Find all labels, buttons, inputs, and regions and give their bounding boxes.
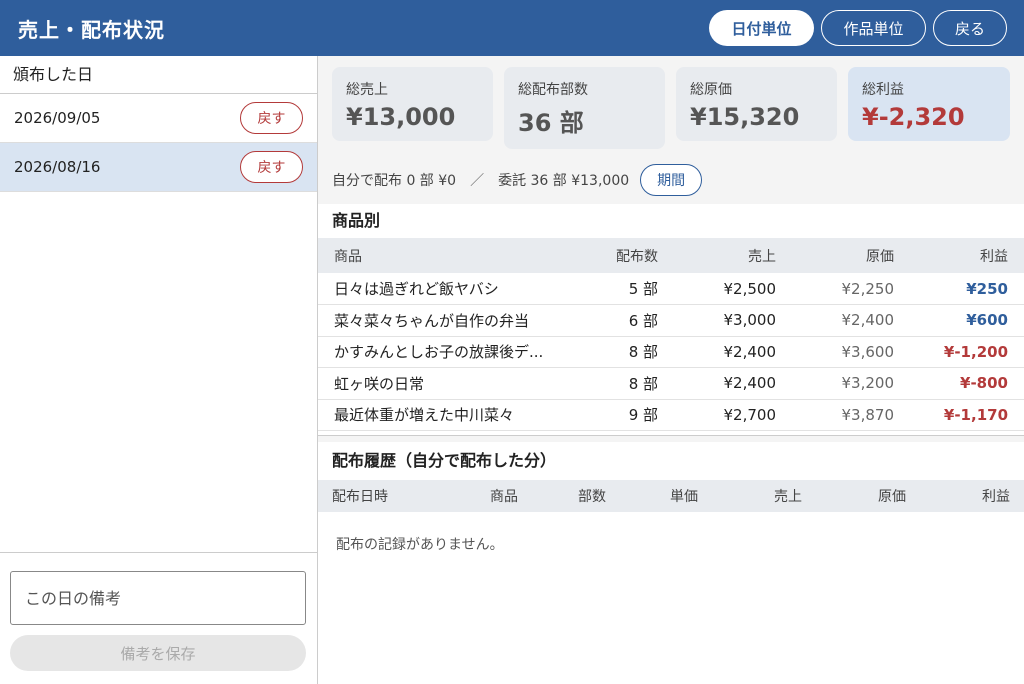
product-count: 8 部 [572, 336, 658, 368]
table-header-row: 配布日時 商品 部数 単価 売上 原価 利益 [318, 480, 1024, 512]
date-label: 2026/09/05 [14, 109, 101, 127]
main-content: 総売上 ¥13,000 総配布部数 36 部 総原価 ¥15,320 総利益 ¥… [318, 56, 1024, 684]
product-sales: ¥2,700 [658, 399, 776, 431]
product-profit: ¥-1,200 [894, 336, 1024, 368]
total-sales-card: 総売上 ¥13,000 [332, 67, 493, 141]
sidebar: 頒布した日 2026/09/05 戻す 2026/08/16 戻す 備考を保存 [0, 56, 318, 684]
card-value: ¥15,320 [690, 103, 800, 131]
distribution-summary: 自分で配布 0 部 ¥0 ／ 委託 36 部 ¥13,000 期間 [332, 164, 703, 196]
save-memo-button[interactable]: 備考を保存 [10, 635, 306, 671]
by-date-button[interactable]: 日付単位 [709, 10, 814, 46]
col-header-sales: 売上 [774, 489, 802, 505]
products-title: 商品別 [332, 211, 381, 230]
app-header: 売上・配布状況 日付単位 作品単位 戻る [0, 0, 1024, 56]
revert-button[interactable]: 戻す [240, 102, 303, 134]
product-count: 9 部 [572, 399, 658, 431]
col-header-profit: 利益 [982, 489, 1010, 505]
consignment-text: 委託 36 部 ¥13,000 [498, 173, 630, 189]
memo-input[interactable] [10, 571, 306, 625]
sidebar-heading: 頒布した日 [0, 56, 317, 94]
card-value: 36 部 [518, 109, 584, 137]
empty-message: 配布の記録がありません。 [336, 537, 504, 553]
product-sales: ¥2,400 [658, 336, 776, 368]
product-name: 虹ヶ咲の日常 [318, 367, 572, 400]
date-row[interactable]: 2026/08/16 戻す [0, 143, 317, 192]
col-header-profit: 利益 [980, 248, 1008, 265]
product-cost: ¥3,870 [776, 399, 894, 431]
card-label: 総利益 [862, 82, 904, 98]
col-header-count: 配布数 [616, 248, 658, 265]
product-name: 最近体重が増えた中川菜々 [318, 399, 572, 431]
total-profit-card: 総利益 ¥-2,320 [848, 67, 1010, 141]
history-title: 配布履歴（自分で配布した分） [332, 451, 557, 470]
product-count: 5 部 [572, 273, 658, 305]
total-cost-card: 総原価 ¥15,320 [676, 67, 837, 141]
products-panel: 商品別 商品 配布数 売上 原価 利益 日々は過ぎれど飯ヤバシ 5 部 ¥2,5… [318, 204, 1024, 436]
back-button[interactable]: 戻る [933, 10, 1007, 46]
table-row: 菜々菜々ちゃんが自作の弁当 6 部 ¥3,000 ¥2,400 ¥600 [318, 304, 1024, 337]
self-distribution-text: 自分で配布 0 部 ¥0 [332, 173, 457, 189]
period-button[interactable]: 期間 [640, 164, 703, 196]
product-profit: ¥-800 [894, 367, 1024, 400]
table-row: 虹ヶ咲の日常 8 部 ¥2,400 ¥3,200 ¥-800 [318, 367, 1024, 400]
products-table: 商品 配布数 売上 原価 利益 日々は過ぎれど飯ヤバシ 5 部 ¥2,500 ¥… [318, 238, 1024, 431]
col-header-datetime: 配布日時 [332, 489, 388, 505]
col-header-cost: 原価 [866, 248, 894, 265]
product-profit: ¥-1,170 [894, 399, 1024, 431]
table-header-row: 商品 配布数 売上 原価 利益 [318, 238, 1024, 273]
col-header-sales: 売上 [748, 248, 776, 265]
table-row: かすみんとしお子の放課後デ... 8 部 ¥2,400 ¥3,600 ¥-1,2… [318, 336, 1024, 368]
date-label: 2026/08/16 [14, 158, 101, 176]
product-name: 日々は過ぎれど飯ヤバシ [318, 273, 572, 305]
card-label: 総売上 [346, 82, 388, 98]
date-row[interactable]: 2026/09/05 戻す [0, 94, 317, 143]
product-cost: ¥3,200 [776, 367, 894, 400]
card-label: 総原価 [690, 82, 732, 98]
col-header-count: 部数 [578, 489, 606, 505]
summary-cards: 総売上 ¥13,000 総配布部数 36 部 総原価 ¥15,320 総利益 ¥… [318, 56, 1024, 152]
memo-area: 備考を保存 [0, 552, 317, 684]
product-cost: ¥2,250 [776, 273, 894, 305]
by-work-button[interactable]: 作品単位 [821, 10, 926, 46]
product-name: 菜々菜々ちゃんが自作の弁当 [318, 304, 572, 337]
col-header-cost: 原価 [878, 489, 906, 505]
col-header-unit-price: 単価 [670, 489, 698, 505]
card-value: ¥13,000 [346, 103, 456, 131]
page-title: 売上・配布状況 [18, 17, 165, 42]
product-name: かすみんとしお子の放課後デ... [318, 336, 572, 368]
separator: ／ [470, 173, 485, 189]
product-cost: ¥2,400 [776, 304, 894, 337]
product-profit: ¥250 [894, 273, 1024, 305]
col-header-product: 商品 [490, 489, 518, 505]
product-cost: ¥3,600 [776, 336, 894, 368]
total-distributed-card: 総配布部数 36 部 [504, 67, 665, 149]
table-row: 日々は過ぎれど飯ヤバシ 5 部 ¥2,500 ¥2,250 ¥250 [318, 273, 1024, 305]
revert-button[interactable]: 戻す [240, 151, 303, 183]
product-profit: ¥600 [894, 304, 1024, 337]
card-label: 総配布部数 [518, 82, 588, 98]
product-count: 8 部 [572, 367, 658, 400]
product-count: 6 部 [572, 304, 658, 337]
card-value: ¥-2,320 [862, 103, 965, 131]
product-sales: ¥3,000 [658, 304, 776, 337]
product-sales: ¥2,500 [658, 273, 776, 305]
product-sales: ¥2,400 [658, 367, 776, 400]
history-table: 配布日時 商品 部数 単価 売上 原価 利益 [318, 480, 1024, 512]
history-panel: 配布履歴（自分で配布した分） 配布日時 商品 部数 単価 売上 原価 利益 配布… [318, 442, 1024, 684]
col-header-product: 商品 [334, 248, 362, 265]
table-row: 最近体重が増えた中川菜々 9 部 ¥2,700 ¥3,870 ¥-1,170 [318, 399, 1024, 431]
